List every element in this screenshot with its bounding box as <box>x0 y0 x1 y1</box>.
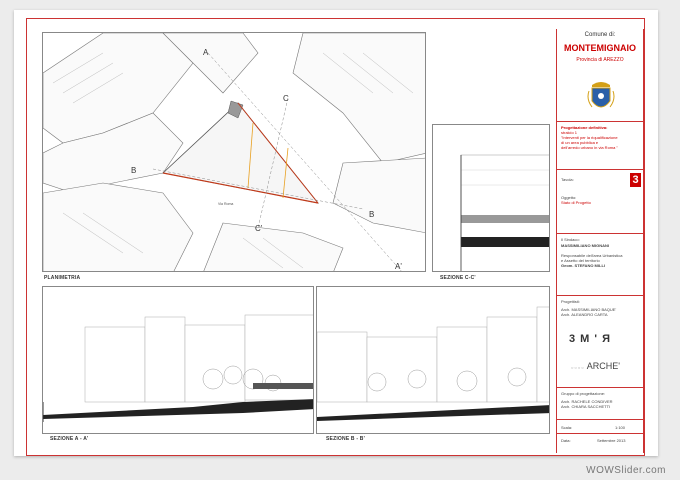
ground-section-bb <box>317 405 549 421</box>
gruppo-2: Arch. CHIARA SACCHETTI <box>561 404 611 409</box>
tavola-label: Tavola: <box>561 177 574 182</box>
building-block-s <box>203 222 344 271</box>
scala-label: Scala: <box>561 425 573 430</box>
mark-a-prime: A' <box>395 262 402 271</box>
sindaco-name: MASSIMILIANO MIGNANI <box>561 243 609 248</box>
mark-a: A <box>203 48 209 57</box>
mark-b-prime: B <box>369 210 374 219</box>
data-value: Settembre 2013 <box>597 438 626 443</box>
progettista-2: Arch. ALEANDRO CARTA <box>561 312 608 317</box>
progettisti-label: Progettisti: <box>561 299 580 304</box>
logo-arche: ○○○○ ARCHE' <box>571 361 620 371</box>
logo-dots-icon: ○○○○ <box>571 365 585 370</box>
tavola-number: 3 <box>630 173 641 187</box>
mark-c: C <box>283 94 289 103</box>
title-block: Comune di: MONTEMIGNAIO Provincia di ARE… <box>556 29 644 453</box>
sezione-aa-panel <box>42 286 314 434</box>
building-block-nw <box>43 33 194 144</box>
watermark: WOWSlider.com <box>586 465 666 476</box>
oggetto-value: Stato di Progetto <box>561 200 591 205</box>
coat-of-arms-icon <box>587 82 615 108</box>
building-block-ne <box>292 33 425 164</box>
mark-c-prime: C' <box>255 224 263 233</box>
data-label: Data: <box>561 438 571 443</box>
via-roma-label: Via Roma <box>218 202 233 206</box>
building-block-sw <box>43 182 194 271</box>
sezione-aa-label: SEZIONE A - A' <box>50 436 89 442</box>
sezione-cc-panel <box>432 124 550 272</box>
province: Provincia di AREZZO <box>576 57 624 63</box>
project-desc-3: dell'arredo urbano in via Roma " <box>561 145 618 150</box>
sezione-cc-label: SEZIONE C-C' <box>440 275 476 281</box>
logo-3mr: 3 M ' Я <box>569 333 611 345</box>
planimetria-label: PLANIMETRIA <box>44 275 81 281</box>
resp-name: Geom. STEFANO MILLI <box>561 263 606 268</box>
section-cc-drawing <box>460 154 549 271</box>
comune-name: MONTEMIGNAIO <box>564 43 636 53</box>
section-bb-drawing <box>317 306 549 421</box>
section-aa-drawing <box>43 314 313 422</box>
logo-arche-text: ARCHE' <box>586 361 620 371</box>
comune-label: Comune di: <box>584 32 616 38</box>
sezione-bb-label: SEZIONE B - B' <box>326 436 365 442</box>
site-plan: A A' B B C C' Via Roma <box>43 33 425 271</box>
mark-b: B <box>131 166 136 175</box>
ground-section-cc <box>461 237 549 247</box>
planimetria-panel: A A' B B C C' Via Roma <box>42 32 426 272</box>
gruppo-label: Gruppo di progettazione: <box>561 391 606 396</box>
sezione-bb-panel <box>316 286 550 434</box>
sindaco-label: Il Sindaco: <box>561 237 580 242</box>
scala-value: 1:100 <box>615 425 626 430</box>
building-block-e <box>332 157 425 233</box>
